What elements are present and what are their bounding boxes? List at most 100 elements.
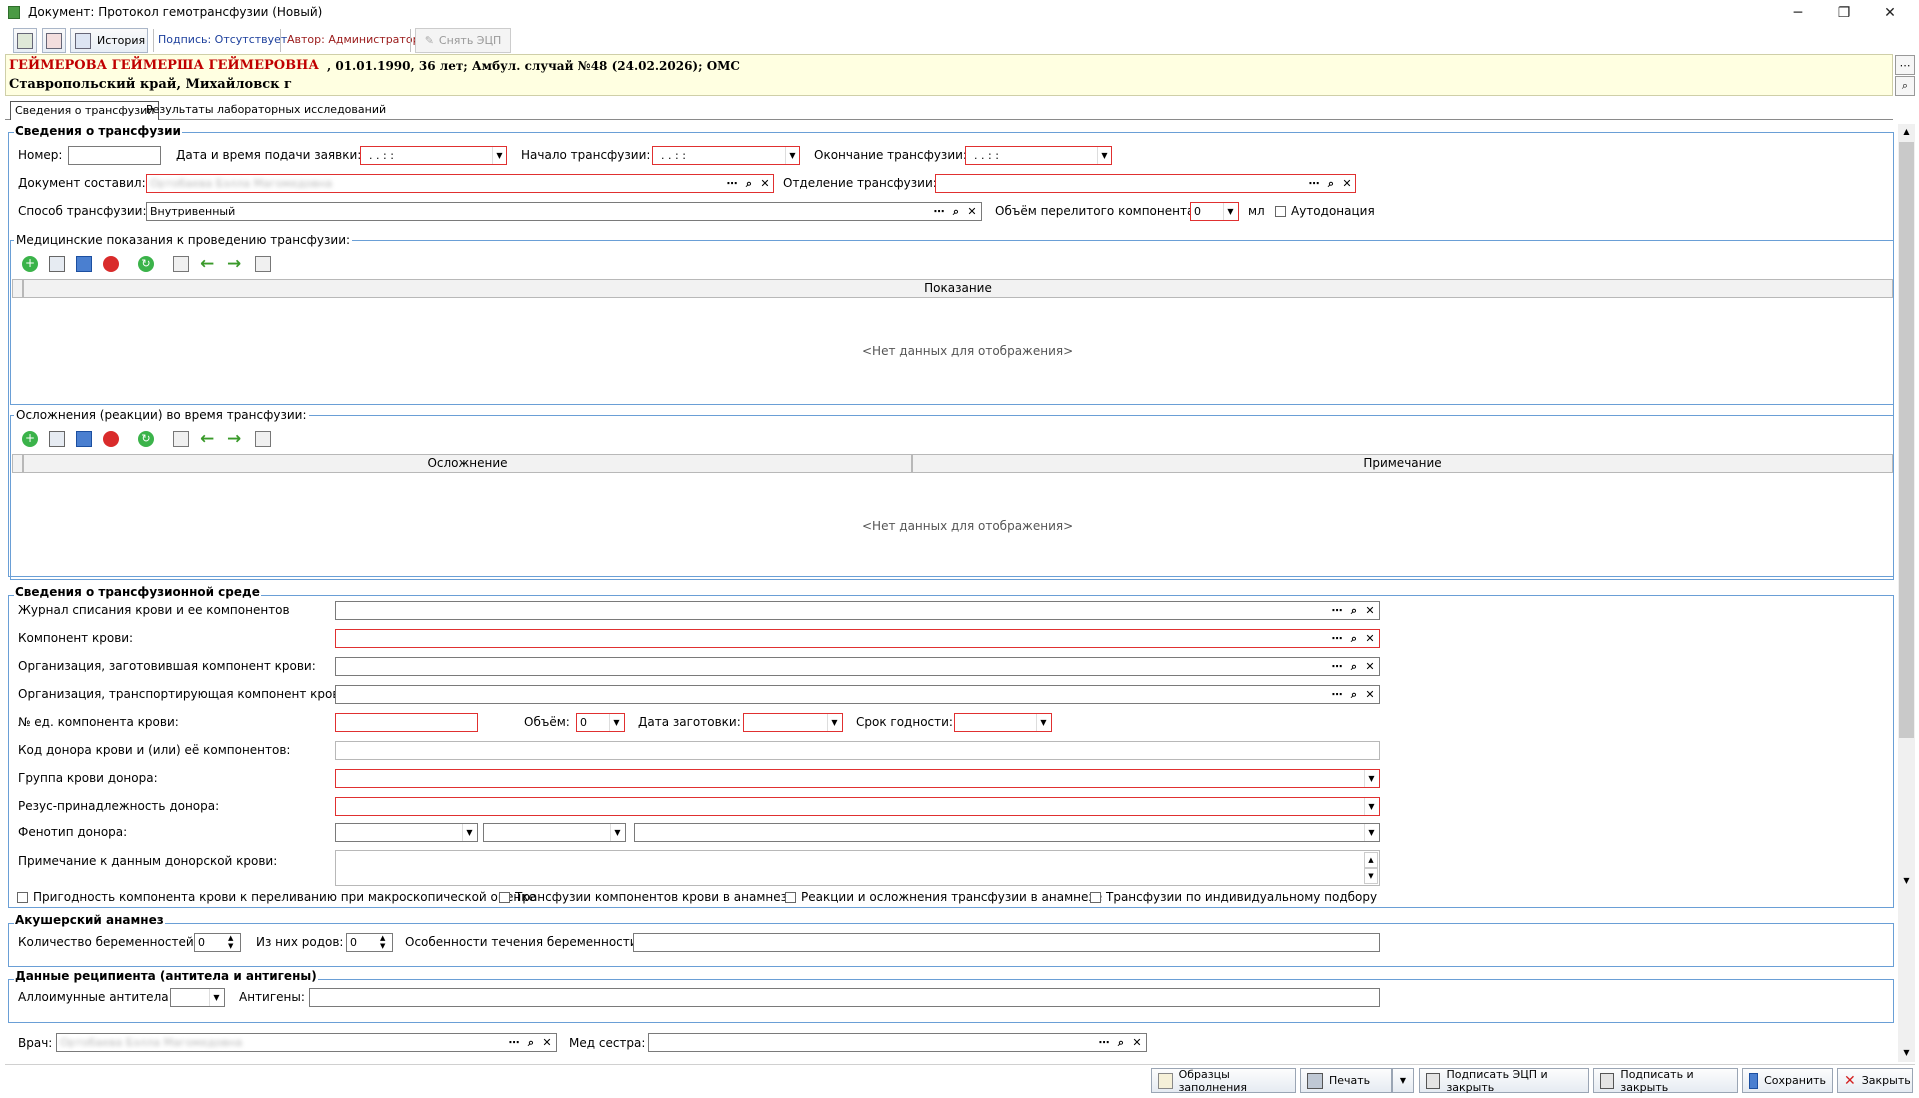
clear-icon[interactable]: ✕ bbox=[964, 203, 980, 220]
ellipsis-icon[interactable]: ⋯ bbox=[1329, 686, 1345, 703]
tab-lab-results[interactable]: Результаты лабораторных исследований bbox=[142, 101, 390, 120]
arrow-right-icon[interactable]: → bbox=[227, 429, 241, 449]
add-icon[interactable]: + bbox=[22, 431, 38, 447]
chevron-down-icon[interactable]: ▼ bbox=[785, 147, 799, 164]
clear-icon[interactable]: ✕ bbox=[1362, 602, 1378, 619]
document-delete-button[interactable] bbox=[42, 28, 66, 53]
spinner-arrows-icon[interactable]: ▲ ▼ bbox=[380, 934, 385, 950]
save-button[interactable]: Сохранить bbox=[1742, 1068, 1833, 1093]
clear-icon[interactable]: ✕ bbox=[1362, 658, 1378, 675]
chevron-down-icon[interactable]: ▼ bbox=[1364, 824, 1378, 841]
column-header-indication[interactable]: Показание bbox=[23, 279, 1893, 298]
ellipsis-icon[interactable]: ⋯ bbox=[931, 203, 947, 220]
method-input[interactable]: Внутривенный bbox=[146, 202, 982, 221]
spin-up-icon[interactable]: ▲ bbox=[1364, 852, 1378, 868]
search-icon[interactable]: ⌕ bbox=[1346, 602, 1362, 619]
document-check-button[interactable] bbox=[13, 28, 37, 53]
ellipsis-icon[interactable]: ⋯ bbox=[1306, 175, 1322, 192]
chevron-down-icon[interactable]: ▼ bbox=[610, 824, 624, 841]
ellipsis-icon[interactable]: ⋯ bbox=[1096, 1034, 1112, 1051]
nurse-input[interactable] bbox=[648, 1033, 1147, 1052]
list-icon[interactable] bbox=[173, 431, 189, 447]
print-button[interactable]: Печать bbox=[1300, 1068, 1392, 1093]
arrow-left-icon[interactable]: ← bbox=[200, 429, 214, 449]
search-icon[interactable]: ⌕ bbox=[1323, 175, 1339, 192]
phenotype-select-2[interactable] bbox=[483, 823, 626, 842]
spin-down-icon[interactable]: ▼ bbox=[1364, 868, 1378, 884]
chevron-down-icon[interactable]: ▼ bbox=[209, 989, 223, 1006]
end-datetime-input[interactable]: . . : : bbox=[965, 146, 1112, 165]
search-icon[interactable]: ⌕ bbox=[1346, 686, 1362, 703]
chevron-down-icon[interactable]: ▼ bbox=[1364, 770, 1378, 787]
columns-icon[interactable] bbox=[255, 256, 271, 272]
births-spinner[interactable]: 0 bbox=[346, 933, 393, 952]
blood-group-select[interactable] bbox=[335, 769, 1380, 788]
chevron-down-icon[interactable]: ▼ bbox=[462, 824, 476, 841]
ellipsis-icon[interactable]: ⋯ bbox=[1329, 602, 1345, 619]
scroll-down-icon[interactable]: ▼ bbox=[1899, 1045, 1914, 1060]
request-datetime-input[interactable]: . . : : bbox=[360, 146, 507, 165]
ellipsis-icon[interactable]: ⋯ bbox=[1329, 630, 1345, 647]
close-button[interactable]: ✕ Закрыть bbox=[1837, 1068, 1913, 1093]
chevron-down-icon[interactable]: ▼ bbox=[827, 714, 841, 731]
ellipsis-icon[interactable]: ⋯ bbox=[506, 1034, 522, 1051]
add-icon[interactable]: + bbox=[22, 256, 38, 272]
save-icon[interactable] bbox=[76, 256, 92, 272]
more-button[interactable]: ⋯ bbox=[1895, 55, 1915, 75]
unit-no-input[interactable] bbox=[335, 713, 478, 732]
search-icon[interactable]: ⌕ bbox=[1346, 630, 1362, 647]
column-header-note[interactable]: Примечание bbox=[912, 454, 1893, 473]
clear-icon[interactable]: ✕ bbox=[1129, 1034, 1145, 1051]
edit-icon[interactable] bbox=[49, 431, 65, 447]
antigens-input[interactable] bbox=[309, 988, 1380, 1007]
column-header-complication[interactable]: Осложнение bbox=[23, 454, 912, 473]
donor-code-input[interactable] bbox=[335, 741, 1380, 760]
org-prepared-input[interactable] bbox=[335, 657, 1380, 676]
reactions-history-checkbox[interactable] bbox=[785, 892, 796, 903]
delete-icon[interactable] bbox=[103, 256, 119, 272]
clear-icon[interactable]: ✕ bbox=[1362, 630, 1378, 647]
search-icon[interactable]: ⌕ bbox=[1895, 76, 1915, 96]
department-input[interactable] bbox=[935, 174, 1356, 193]
org-transport-input[interactable] bbox=[335, 685, 1380, 704]
chevron-down-icon[interactable]: ▼ bbox=[492, 147, 506, 164]
start-datetime-input[interactable]: . . : : bbox=[652, 146, 800, 165]
clear-icon[interactable]: ✕ bbox=[1339, 175, 1355, 192]
search-icon[interactable]: ⌕ bbox=[741, 175, 757, 192]
journal-input[interactable] bbox=[335, 601, 1380, 620]
phenotype-select-1[interactable] bbox=[335, 823, 478, 842]
remove-ecp-button[interactable]: ✎ Снять ЭЦП bbox=[415, 28, 511, 53]
sign-close-button[interactable]: Подписать и закрыть bbox=[1593, 1068, 1738, 1094]
clear-icon[interactable]: ✕ bbox=[757, 175, 773, 192]
arrow-left-icon[interactable]: ← bbox=[200, 254, 214, 274]
chevron-down-icon[interactable]: ▼ bbox=[1036, 714, 1050, 731]
donor-note-textarea[interactable] bbox=[335, 850, 1380, 886]
edit-icon[interactable] bbox=[49, 256, 65, 272]
tab-transfusion-info[interactable]: Сведения о трансфузии bbox=[10, 101, 160, 120]
sign-ecp-close-button[interactable]: Подписать ЭЦП и закрыть bbox=[1419, 1068, 1589, 1094]
transfusion-history-checkbox[interactable] bbox=[499, 892, 510, 903]
phenotype-select-3[interactable] bbox=[634, 823, 1380, 842]
close-window-button[interactable]: ✕ bbox=[1867, 0, 1913, 26]
chevron-down-icon[interactable]: ▼ bbox=[1223, 203, 1237, 220]
clear-icon[interactable]: ✕ bbox=[539, 1034, 555, 1051]
refresh-icon[interactable]: ↻ bbox=[138, 256, 154, 272]
rh-select[interactable] bbox=[335, 797, 1380, 816]
search-icon[interactable]: ⌕ bbox=[948, 203, 964, 220]
ellipsis-icon[interactable]: ⋯ bbox=[724, 175, 740, 192]
number-input[interactable] bbox=[68, 146, 161, 165]
clear-icon[interactable]: ✕ bbox=[1362, 686, 1378, 703]
search-icon[interactable]: ⌕ bbox=[1346, 658, 1362, 675]
doctor-input[interactable]: Ортобаева Бэлла Магомедовна bbox=[56, 1033, 557, 1052]
macroscopic-checkbox[interactable] bbox=[17, 892, 28, 903]
scroll-thumb[interactable] bbox=[1899, 142, 1914, 738]
refresh-icon[interactable]: ↻ bbox=[138, 431, 154, 447]
scroll-up-icon[interactable]: ▲ bbox=[1899, 124, 1914, 139]
search-icon[interactable]: ⌕ bbox=[1113, 1034, 1129, 1051]
author-input[interactable]: Ортобаева Бэлла Магомедовна bbox=[146, 174, 774, 193]
columns-icon[interactable] bbox=[255, 431, 271, 447]
search-icon[interactable]: ⌕ bbox=[523, 1034, 539, 1051]
chevron-down-icon[interactable]: ▼ bbox=[1364, 798, 1378, 815]
samples-button[interactable]: Образцы заполнения bbox=[1151, 1068, 1296, 1094]
spinner-arrows-icon[interactable]: ▲ ▼ bbox=[228, 934, 233, 950]
